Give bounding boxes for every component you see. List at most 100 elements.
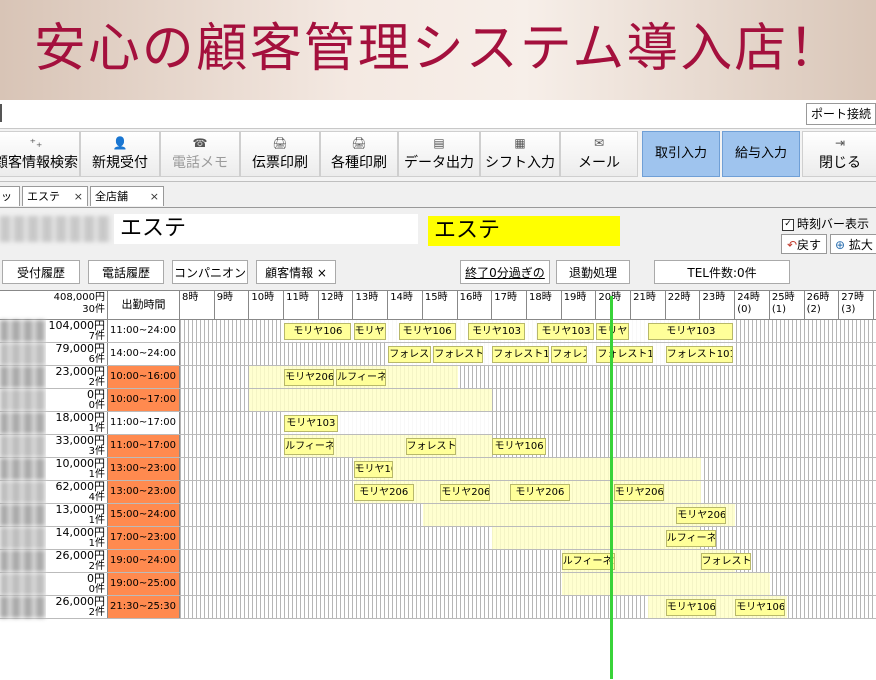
timeline-track[interactable]: モリヤ103 [180,412,876,434]
back-button[interactable]: ↶戻す [781,234,827,254]
schedule-row[interactable]: 26,000円 2件 21:30~25:30 モリヤ106 モリヤ106 [0,596,876,619]
schedule-row[interactable]: 26,000円2件19:00~24:00 ルフィーネ10 フォレスト101 [0,550,876,573]
blurred-staff-name [0,550,46,572]
schedule-row[interactable]: 104,000円7件11:00~24:00モリヤ106モリヤ106モリヤ106モ… [0,320,876,343]
slip-print-button[interactable]: 🖨 伝票印刷 [240,131,320,177]
booking-block[interactable]: ルフィーネ [284,438,335,455]
booking-block[interactable]: ルフィーネ10 [561,553,616,570]
customer-info-button[interactable]: 顧客情報 × [256,260,336,284]
companion-button[interactable]: コンパニオン [172,260,248,284]
mail-button[interactable]: ✉ メール [560,131,638,177]
schedule-row[interactable]: 14,000円1件17:00~23:00 ルフィーネ10 [0,527,876,550]
timeline-track[interactable]: ルフィーネ フォレスト1 モリヤ106 [180,435,876,457]
timeline-track[interactable]: モリヤ206 モリヤ206 モリヤ206 モリヤ206 [180,481,876,503]
booking-block[interactable]: モリヤ206 [284,369,335,386]
staff-amount: 14,000円 1件 [46,527,108,549]
booking-block[interactable]: モリヤ106 [398,323,456,340]
misc-print-button[interactable]: 🖨 各種印刷 [320,131,398,177]
current-time-indicator [610,296,613,679]
timeline-track[interactable]: モリヤ206 [180,504,876,526]
leave-process-button[interactable]: 退勤処理 [556,260,630,284]
booking-block[interactable]: モリヤ106 [665,599,716,616]
close-button[interactable]: ⇥ 閉じる [802,131,876,177]
booking-block[interactable]: モリヤ206 [353,484,414,501]
schedule-row[interactable]: 33,000円3件11:00~17:00 ルフィーネ フォレスト1 モリヤ106 [0,435,876,458]
timeline-track[interactable]: ルフィーネ10 フォレスト101 [180,550,876,572]
checkbox-checked-icon[interactable]: ✓ [782,218,794,231]
staff-amount: 0円 0件 [46,389,108,411]
blurred-staff-name [0,320,46,342]
tab-este[interactable]: エステ × [22,186,88,206]
booking-block[interactable]: モリヤ106 [492,438,546,455]
shift-input-icon: ▦ [514,136,526,150]
timeline-track[interactable]: モリヤ103 [180,458,876,480]
timeline-track[interactable]: モリヤ106モリヤ106モリヤ106モリヤ103モリヤ103モリヤ103モリヤ1… [180,320,876,342]
schedule-row[interactable]: 13,000円 1件 15:00~24:00 モリヤ206 [0,504,876,527]
misc-print-label: 各種印刷 [331,155,387,171]
schedule-row[interactable]: 10,000円1件13:00~23:00 モリヤ103 [0,458,876,481]
booking-block[interactable]: フォレスト101 [388,346,432,363]
time-bar-toggle[interactable]: ✓ 時刻バー表示 [782,215,869,232]
schedule-row[interactable]: 23,000円2件10:00~16:00モリヤ206ルフィーネ10 [0,366,876,389]
schedule-row[interactable]: 62,000円 4件 13:00~23:00 モリヤ206 モリヤ206 モリヤ206 モリ… [0,481,876,504]
customer-search-button[interactable]: ⁺₊ 顧客情報検索 [0,131,80,177]
booking-block[interactable]: フォレスト101 [492,346,550,363]
booking-block[interactable]: フォレスト101 [700,553,751,570]
booking-block[interactable]: フォレスト101 [433,346,484,363]
phone-memo-button[interactable]: ☎ 電話メモ [160,131,240,177]
blurred-staff-name [0,412,46,434]
shift-input-button[interactable]: ▦ シフト入力 [480,131,560,177]
hour-header: 24時 (0) [735,291,770,319]
tab-all-stores[interactable]: 全店舗 × [90,186,164,206]
booking-block[interactable]: フォレスト101 [596,346,654,363]
booking-block[interactable]: ルフィーネ10 [336,369,387,386]
schedule-row[interactable]: 79,000円6件14:00~24:00フォレスト101フォレスト101フォレス… [0,343,876,366]
tab-close-icon[interactable]: × [150,187,159,207]
booking-block[interactable]: モリヤ103 [468,323,525,340]
past-end-button[interactable]: 終了0分過ぎの [460,260,550,284]
booking-block[interactable]: モリヤ106 [353,323,387,340]
booking-block[interactable]: モリヤ103 [353,461,394,478]
timeline-track[interactable] [180,573,876,595]
tab-close-icon[interactable]: × [74,187,83,207]
booking-block[interactable]: モリヤ103 [648,323,734,340]
hour-header: 9時 [215,291,250,319]
booking-block[interactable]: モリヤ206 [676,507,727,524]
booking-block[interactable]: モリヤ103 [537,323,595,340]
staff-amount: 23,000円 2件 [46,366,108,388]
zoom-icon: ⊕ [835,238,846,252]
total-count: 30件 [82,304,105,315]
transaction-input-button[interactable]: 取引入力 [642,131,720,177]
data-export-button[interactable]: ▤ データ出力 [398,131,480,177]
timeline-track[interactable]: フォレスト101フォレスト101フォレスト101フォレスト101フォレスト101… [180,343,876,365]
shift-time: 13:00~23:00 [108,458,180,480]
schedule-row[interactable]: 0円 0件 10:00~17:00 [0,389,876,412]
schedule-row[interactable]: 18,000円 1件 11:00~17:00 モリヤ103 [0,412,876,435]
booking-block[interactable]: モリヤ103 [284,415,338,432]
booking-block[interactable]: モリヤ206 [509,484,571,501]
timeline-track[interactable]: ルフィーネ10 [180,527,876,549]
booking-block[interactable]: フォレスト101 [551,346,588,363]
hour-header: 16時 [458,291,493,319]
booking-block[interactable]: モリヤ206 [440,484,491,501]
salary-input-button[interactable]: 給与入力 [722,131,800,177]
booking-block[interactable]: モリヤ106 [735,599,786,616]
new-reception-button[interactable]: 👤 新規受付 [80,131,160,177]
timeline-track[interactable]: モリヤ106 モリヤ106 [180,596,876,618]
reception-history-button[interactable]: 受付履歴 [2,260,80,284]
phone-history-button[interactable]: 電話履歴 [88,260,164,284]
booking-block[interactable]: フォレスト1 [405,438,456,455]
timeline-track[interactable]: モリヤ206ルフィーネ10 [180,366,876,388]
schedule-row[interactable]: 0円 0件 19:00~25:00 [0,573,876,596]
shift-time: 19:00~25:00 [108,573,180,595]
hour-header: 22時 [666,291,701,319]
time-bar-label: 時刻バー表示 [797,217,870,231]
zoom-button[interactable]: ⊕ 拡大 [830,234,876,254]
booking-block[interactable]: モリヤ206 [613,484,664,501]
tab-prev[interactable]: ッ× [0,186,20,223]
booking-block[interactable]: ルフィーネ10 [665,530,716,547]
port-connect-button[interactable]: ポート接続 [805,103,876,125]
booking-block[interactable]: フォレスト101 [665,346,734,363]
booking-block[interactable]: モリヤ106 [284,323,352,340]
timeline-track[interactable] [180,389,876,411]
